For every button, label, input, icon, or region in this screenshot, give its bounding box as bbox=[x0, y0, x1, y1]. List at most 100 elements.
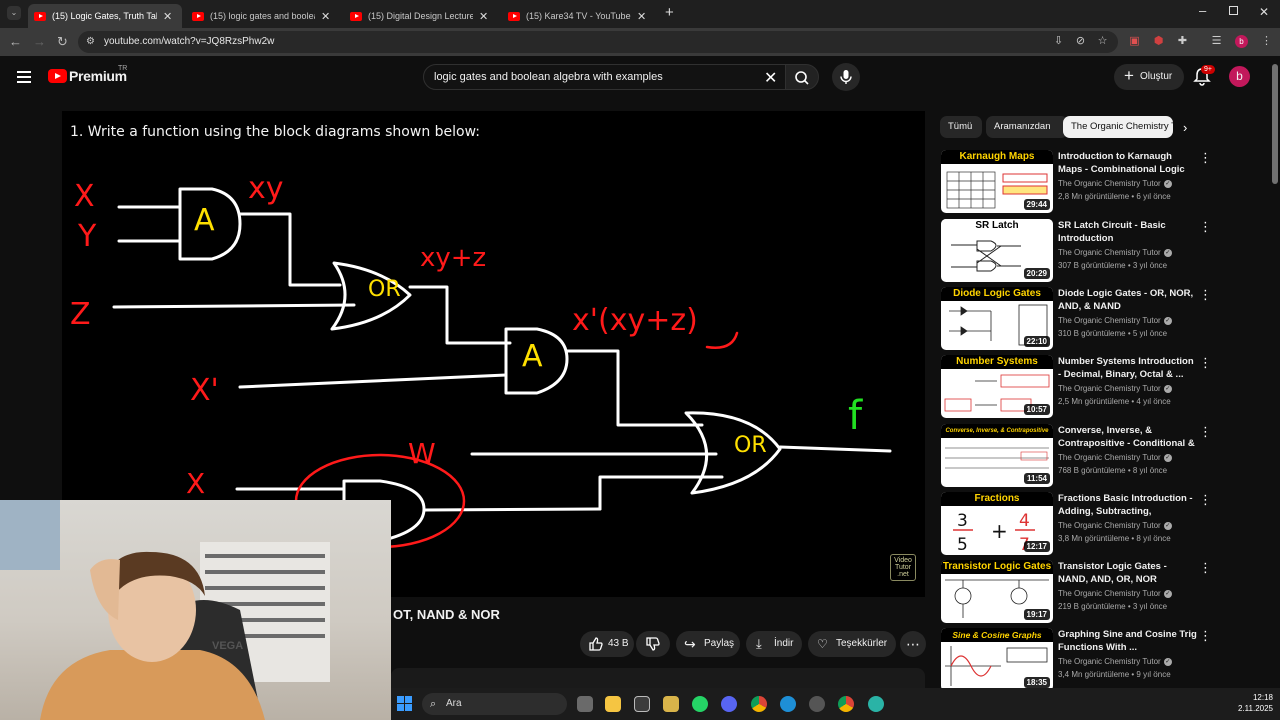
maximize-icon[interactable] bbox=[1229, 6, 1238, 15]
video-thumbnail[interactable]: Transistor Logic Gates 19:17 bbox=[941, 560, 1053, 623]
reload-icon[interactable]: ↻ bbox=[57, 34, 68, 50]
thanks-button[interactable]: ♡ Teşekkürler bbox=[808, 631, 896, 657]
system-clock[interactable]: 12:18 2.11.2025 bbox=[1223, 692, 1273, 714]
more-options-icon[interactable]: ⋮ bbox=[1199, 560, 1212, 576]
close-tab-icon[interactable]: ✕ bbox=[479, 10, 488, 23]
recommendation-title[interactable]: Number Systems Introduction - Decimal, B… bbox=[1058, 355, 1198, 381]
channel-name[interactable]: The Organic Chemistry Tutor ✓ bbox=[1058, 453, 1172, 462]
back-icon[interactable]: ← bbox=[9, 34, 22, 49]
recommendation-item[interactable]: Diode Logic Gates 22:10 Diode Logic Gate… bbox=[941, 287, 1271, 351]
site-info-icon[interactable]: ⚙ bbox=[86, 36, 95, 47]
recommendation-item[interactable]: SR Latch 20:29 SR Latch Circuit - Basic … bbox=[941, 219, 1271, 283]
tab-logic-gates-boolean[interactable]: (15) logic gates and boolean al ✕ bbox=[186, 4, 340, 28]
recommendation-item[interactable]: Number Systems 10:57 Number Systems Intr… bbox=[941, 355, 1271, 419]
recommendation-item[interactable]: Transistor Logic Gates 19:17 Transistor … bbox=[941, 560, 1271, 624]
video-thumbnail[interactable]: Karnaugh Maps 29:44 bbox=[941, 150, 1053, 213]
more-options-icon[interactable]: ⋮ bbox=[1199, 287, 1212, 303]
windows-start-icon[interactable] bbox=[397, 696, 413, 712]
browser-menu-icon[interactable]: ⋮ bbox=[1260, 35, 1273, 48]
network-app-icon[interactable] bbox=[868, 696, 884, 712]
reading-list-icon[interactable]: ☰ bbox=[1210, 35, 1223, 48]
voice-search-button[interactable] bbox=[832, 63, 860, 91]
more-options-icon[interactable]: ⋮ bbox=[1199, 355, 1212, 371]
eye-off-icon[interactable]: ⊘ bbox=[1074, 35, 1087, 48]
tab-search-icon[interactable]: ⌄ bbox=[7, 6, 21, 20]
clear-search-icon[interactable]: ✕ bbox=[764, 68, 777, 88]
pinned-app-icon[interactable] bbox=[663, 696, 679, 712]
notepad-app-icon[interactable] bbox=[634, 696, 650, 712]
extension-red-icon[interactable]: ▣ bbox=[1128, 35, 1141, 48]
extension-adblock-icon[interactable]: ⬢ bbox=[1152, 35, 1165, 48]
recommendation-title[interactable]: SR Latch Circuit - Basic Introduction bbox=[1058, 219, 1198, 245]
menu-hamburger-icon[interactable] bbox=[17, 71, 31, 83]
minimize-icon[interactable]: – bbox=[1199, 3, 1206, 18]
recommendation-title[interactable]: Introduction to Karnaugh Maps - Combinat… bbox=[1058, 150, 1198, 177]
video-thumbnail[interactable]: Diode Logic Gates 22:10 bbox=[941, 287, 1053, 350]
recommendation-item[interactable]: Sine & Cosine Graphs 18:35 Graphing Sine… bbox=[941, 628, 1271, 692]
video-thumbnail[interactable]: Converse, Inverse, & Contrapositive 11:5… bbox=[941, 424, 1053, 487]
game-app-icon[interactable] bbox=[809, 696, 825, 712]
page-scrollbar[interactable] bbox=[1272, 64, 1278, 184]
account-avatar[interactable]: b bbox=[1229, 66, 1250, 87]
tab-logic-gates[interactable]: (15) Logic Gates, Truth Tables, B ✕ bbox=[28, 4, 182, 28]
recommendation-title[interactable]: Fractions Basic Introduction - Adding, S… bbox=[1058, 492, 1198, 519]
recommendation-item[interactable]: Karnaugh Maps 29:44 Introduction to Karn… bbox=[941, 150, 1271, 214]
like-button[interactable]: 43 B bbox=[580, 631, 634, 657]
chip-from-search[interactable]: Aramanızdan bbox=[986, 116, 1068, 138]
tab-kare34[interactable]: (15) Kare34 TV - YouTube ✕ bbox=[502, 4, 656, 28]
recommendation-title[interactable]: Transistor Logic Gates - NAND, AND, OR, … bbox=[1058, 560, 1198, 586]
download-button[interactable]: ⤓ İndir bbox=[746, 631, 802, 657]
more-actions-button[interactable]: ⋯ bbox=[900, 631, 926, 657]
tab-digital-design[interactable]: (15) Digital Design Lecture 2 | D ✕ bbox=[344, 4, 498, 28]
channel-name[interactable]: The Organic Chemistry Tutor ✓ bbox=[1058, 521, 1172, 530]
channel-name[interactable]: The Organic Chemistry Tutor ✓ bbox=[1058, 589, 1172, 598]
video-thumbnail[interactable]: Number Systems 10:57 bbox=[941, 355, 1053, 418]
video-thumbnail[interactable]: SR Latch 20:29 bbox=[941, 219, 1053, 282]
task-view-icon[interactable] bbox=[577, 696, 593, 712]
channel-name[interactable]: The Organic Chemistry Tutor ✓ bbox=[1058, 316, 1172, 325]
recommendation-item[interactable]: Fractions 35+47 12:17 Fractions Basic In… bbox=[941, 492, 1271, 556]
bookmark-star-icon[interactable]: ☆ bbox=[1096, 35, 1109, 48]
channel-name[interactable]: The Organic Chemistry Tutor ✓ bbox=[1058, 179, 1172, 188]
close-window-icon[interactable]: ✕ bbox=[1259, 5, 1269, 19]
channel-name[interactable]: The Organic Chemistry Tutor ✓ bbox=[1058, 248, 1172, 257]
edge-icon[interactable] bbox=[780, 696, 796, 712]
recommendation-item[interactable]: Converse, Inverse, & Contrapositive 11:5… bbox=[941, 424, 1271, 488]
video-thumbnail[interactable]: Fractions 35+47 12:17 bbox=[941, 492, 1053, 555]
discord-icon[interactable] bbox=[721, 696, 737, 712]
extensions-puzzle-icon[interactable]: ✚ bbox=[1176, 35, 1189, 48]
chip-organic-chemistry[interactable]: The Organic Chemistry T bbox=[1063, 116, 1173, 138]
recommendation-title[interactable]: Converse, Inverse, & Contrapositive - Co… bbox=[1058, 424, 1198, 451]
close-tab-icon[interactable]: ✕ bbox=[321, 10, 330, 23]
file-explorer-icon[interactable] bbox=[605, 696, 621, 712]
more-options-icon[interactable]: ⋮ bbox=[1199, 492, 1212, 508]
more-options-icon[interactable]: ⋮ bbox=[1199, 219, 1212, 235]
close-tab-icon[interactable]: ✕ bbox=[637, 10, 646, 23]
whatsapp-icon[interactable] bbox=[692, 696, 708, 712]
close-tab-icon[interactable]: ✕ bbox=[163, 10, 172, 23]
more-options-icon[interactable]: ⋮ bbox=[1199, 628, 1212, 644]
share-button[interactable]: ↪ Paylaş bbox=[676, 631, 740, 657]
more-options-icon[interactable]: ⋮ bbox=[1199, 424, 1212, 440]
description-panel[interactable] bbox=[391, 668, 925, 688]
new-tab-icon[interactable]: + bbox=[665, 4, 674, 21]
search-button[interactable] bbox=[785, 64, 819, 90]
recommendation-title[interactable]: Graphing Sine and Cosine Trig Functions … bbox=[1058, 628, 1198, 654]
video-thumbnail[interactable]: Sine & Cosine Graphs 18:35 bbox=[941, 628, 1053, 691]
chip-all[interactable]: Tümü bbox=[940, 116, 982, 138]
chips-next-chevron-icon[interactable]: › bbox=[1183, 120, 1187, 135]
search-input[interactable]: logic gates and boolean algebra with exa… bbox=[423, 64, 787, 90]
url-field[interactable]: ⚙ youtube.com/watch?v=JQ8RzsPhw2w ⇩ ⊘ ☆ bbox=[78, 31, 1118, 53]
channel-name[interactable]: The Organic Chemistry Tutor ✓ bbox=[1058, 384, 1172, 393]
taskbar-search-input[interactable]: ⌕ Ara bbox=[422, 693, 567, 715]
chrome-icon[interactable] bbox=[751, 696, 767, 712]
forward-icon[interactable]: → bbox=[33, 34, 46, 49]
youtube-logo-icon[interactable] bbox=[48, 69, 67, 83]
create-button[interactable]: Oluştur bbox=[1114, 63, 1184, 90]
recommendation-title[interactable]: Diode Logic Gates - OR, NOR, AND, & NAND bbox=[1058, 287, 1198, 313]
chrome-profile-icon[interactable] bbox=[838, 696, 854, 712]
dislike-button[interactable] bbox=[636, 631, 670, 657]
channel-name[interactable]: The Organic Chemistry Tutor ✓ bbox=[1058, 657, 1172, 666]
more-options-icon[interactable]: ⋮ bbox=[1199, 150, 1212, 166]
install-icon[interactable]: ⇩ bbox=[1052, 35, 1065, 48]
